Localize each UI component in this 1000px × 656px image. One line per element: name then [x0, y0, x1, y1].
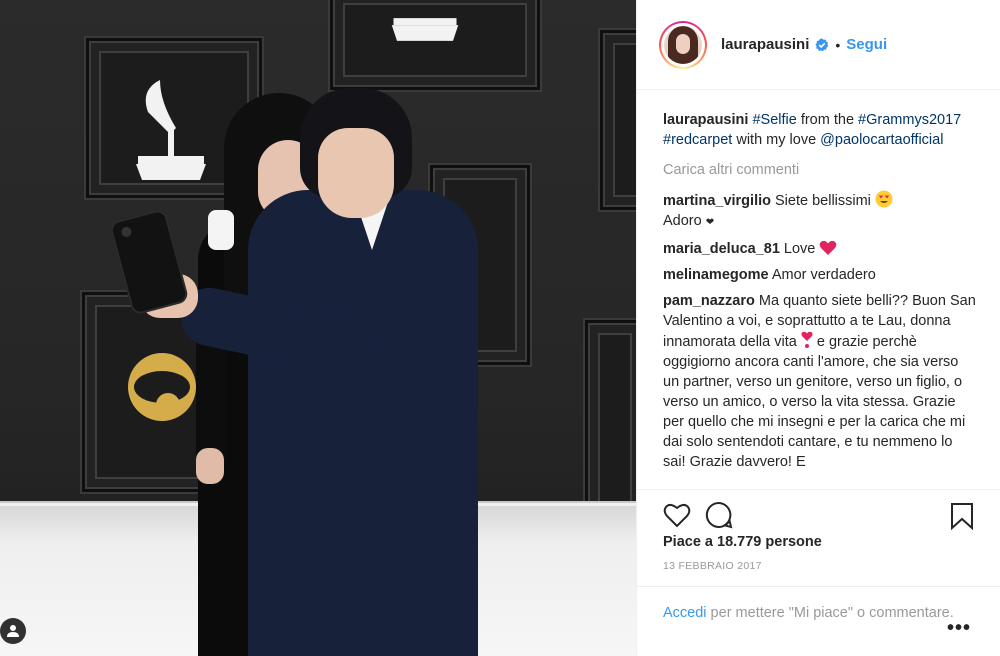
login-prompt: Accedi per mettere "Mi piace" o commenta… — [637, 586, 1000, 656]
avatar[interactable] — [659, 20, 707, 69]
caption-tag-link[interactable]: @paolocartaofficial — [820, 132, 943, 148]
comment-text: Amor verdadero — [771, 267, 876, 283]
comment-username[interactable]: maria_deluca_81 — [663, 241, 780, 257]
wall-panel — [600, 30, 636, 210]
heart-eyes-emoji — [875, 190, 893, 208]
action-bar — [637, 490, 1000, 540]
load-more-comments-button[interactable]: Carica altri commenti — [663, 160, 978, 180]
comment-username[interactable]: melinamegome — [663, 267, 769, 283]
post-photo[interactable] — [0, 0, 636, 656]
login-prompt-text: per mettere "Mi piace" o commentare. — [706, 605, 954, 621]
woman-collar — [208, 210, 234, 250]
comment-item: pam_nazzaro Ma quanto siete belli?? Buon… — [663, 291, 978, 472]
caption-tag-link[interactable]: #redcarpet — [663, 132, 732, 148]
caption-text-part: with my love — [732, 132, 821, 148]
caption-text-part: from the — [796, 112, 859, 128]
comment-text: Love — [783, 241, 816, 257]
comment-text: Siete bellissimi — [775, 193, 871, 209]
user-tag-button[interactable] — [0, 618, 26, 644]
login-link[interactable]: Accedi — [663, 605, 707, 621]
caption-tag-link[interactable]: #Grammys2017 — [858, 112, 961, 128]
bookmark-icon[interactable] — [950, 502, 974, 530]
comment-icon[interactable] — [705, 501, 733, 529]
gramophone-logo — [136, 80, 206, 180]
comment-item: melinamegome Amor verdadero — [663, 265, 978, 285]
comment-item: maria_deluca_81 Love — [663, 239, 978, 259]
caption-tag-link[interactable]: #Selfie — [752, 112, 796, 128]
user-tag-icon — [7, 625, 19, 637]
username-link[interactable]: laurapausini — [721, 36, 809, 53]
red-heart-emoji — [820, 240, 837, 255]
comments-list[interactable]: laurapausini #Selfie from the #Grammys20… — [637, 90, 1000, 490]
small-heart-emoji: ❤ — [705, 217, 715, 228]
separator-dot: • — [835, 36, 841, 53]
gramophone-logo — [391, 18, 459, 41]
man-face — [318, 128, 394, 218]
heart-icon[interactable] — [663, 502, 691, 528]
post-header: laurapausini • Segui — [637, 0, 1000, 90]
more-options-icon[interactable]: ••• — [947, 618, 971, 638]
post-caption: laurapausini #Selfie from the #Grammys20… — [663, 110, 978, 150]
comment-text-line2: Adoro — [663, 213, 702, 229]
heart-exclamation-emoji — [801, 331, 813, 348]
cbs-eye-logo — [128, 353, 196, 421]
comment-username[interactable]: pam_nazzaro — [663, 293, 755, 309]
post-date: 13 FEBBRAIO 2017 — [663, 560, 762, 572]
verified-badge-icon — [815, 38, 829, 51]
man-suit — [248, 190, 478, 656]
follow-button[interactable]: Segui — [846, 36, 887, 53]
woman-hand — [196, 448, 224, 484]
caption-username[interactable]: laurapausini — [663, 112, 748, 128]
comment-username[interactable]: martina_virgilio — [663, 193, 771, 209]
comment-text-continued: e grazie perchè oggigiorno ancora canti … — [663, 334, 966, 470]
post-side-panel: laurapausini • Segui laurapausini #Selfi… — [636, 0, 1000, 656]
comment-item: martina_virgilio Siete bellissimi Adoro … — [663, 190, 978, 233]
